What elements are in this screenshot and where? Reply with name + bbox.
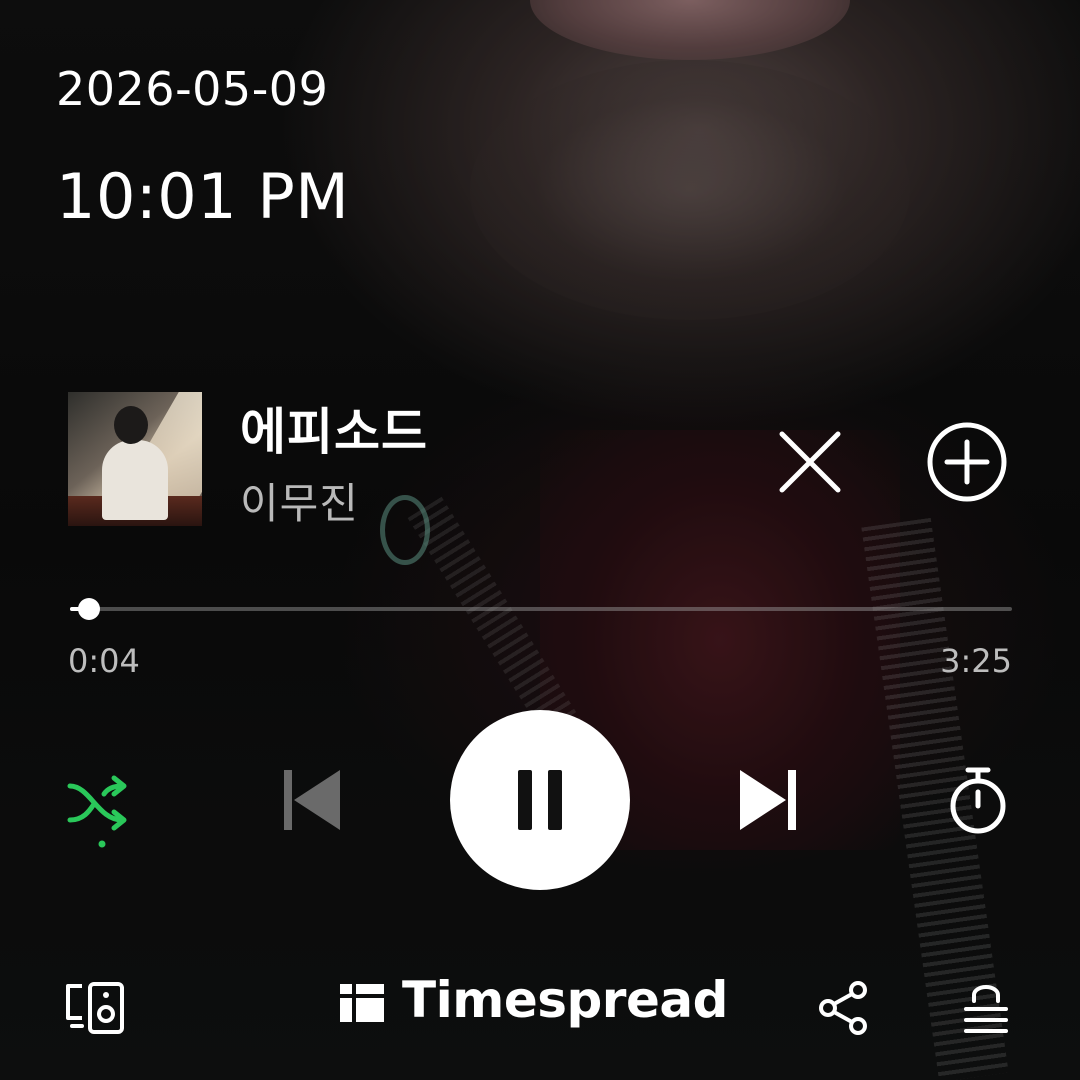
pause-icon [518,770,562,830]
progress-thumb[interactable] [77,598,100,620]
skip-previous-icon [284,770,340,830]
share-icon [819,981,867,1035]
total-time: 3:25 [940,642,1012,680]
shuffle-icon [67,775,127,848]
close-button[interactable] [770,422,850,502]
next-track-button[interactable] [732,762,804,838]
add-circle-icon [927,422,1007,502]
add-to-playlist-button[interactable] [925,420,1009,504]
previous-track-button[interactable] [276,762,348,838]
track-artist[interactable]: 이무진 [240,470,359,531]
clock-text: 10:01 PM [56,160,350,233]
sleep-timer-icon [950,767,1006,834]
close-icon [779,431,841,493]
date-text: 2026-05-09 [56,62,329,116]
queue-list-icon [964,985,1008,1033]
sleep-timer-button[interactable] [942,762,1014,838]
queue-button[interactable] [956,982,1016,1038]
play-pause-button[interactable] [450,710,630,890]
brand-mark-icon [340,978,384,1022]
brand-logo: Timespread [340,971,728,1029]
brand-name: Timespread [402,971,728,1029]
album-cover[interactable] [68,392,202,526]
shuffle-button[interactable] [64,766,140,850]
skip-next-icon [740,770,796,830]
share-button[interactable] [814,978,874,1038]
elapsed-time: 0:04 [68,642,140,680]
speaker-device-icon [66,982,124,1034]
track-title[interactable]: 에피소드 [240,392,428,464]
progress-bar[interactable] [70,598,1012,620]
connect-device-button[interactable] [62,980,128,1036]
